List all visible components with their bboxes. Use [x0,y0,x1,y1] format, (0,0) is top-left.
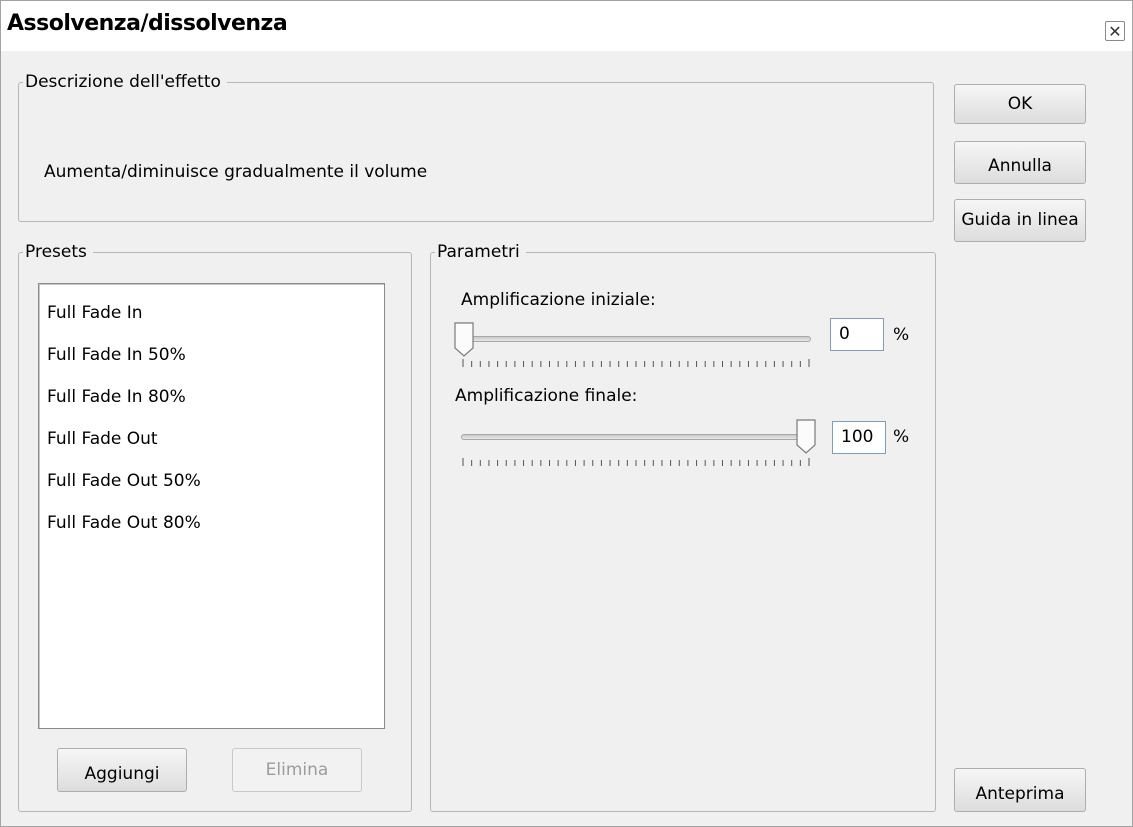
final-amplification-thumb[interactable] [796,419,816,455]
initial-amplification-label: Amplificazione iniziale: [461,290,656,310]
initial-amplification-unit: % [893,325,910,345]
effect-description-group: Descrizione dell'effetto Aumenta/diminui… [18,72,934,222]
presets-legend: Presets [25,242,87,262]
initial-amplification-ticks [462,359,810,367]
cancel-button[interactable]: Annulla [954,141,1086,184]
initial-amplification-input[interactable]: 0 [830,318,884,351]
ok-button[interactable]: OK [954,84,1086,124]
initial-amplification-thumb[interactable] [454,322,474,358]
presets-list[interactable]: Full Fade In Full Fade In 50% Full Fade In… [38,283,385,729]
dialog-title: Assolvenza/dissolvenza [7,11,288,36]
help-button[interactable]: Guida in linea [954,199,1086,242]
preview-button[interactable]: Anteprima [954,768,1086,812]
final-amplification-label: Amplificazione finale: [455,386,638,406]
final-amplification-ticks [462,458,810,466]
final-amplification-slider[interactable] [461,434,811,440]
effect-description-legend: Descrizione dell'effetto [25,72,221,92]
final-amplification-input[interactable]: 100 [832,421,886,454]
preset-item[interactable]: Full Fade Out 80% [47,502,384,544]
preset-item[interactable]: Full Fade Out 50% [47,460,384,502]
close-button[interactable]: ✕ [1105,21,1125,41]
preset-item[interactable]: Full Fade Out [47,418,384,460]
parameters-legend: Parametri [437,242,520,262]
initial-amplification-slider[interactable] [461,336,811,342]
preset-item[interactable]: Full Fade In [47,292,384,334]
title-bar: Assolvenza/dissolvenza ✕ [1,1,1132,51]
add-preset-button[interactable]: Aggiungi [57,748,187,792]
effect-description-text: Aumenta/diminuisce gradualmente il volum… [44,162,428,182]
preset-item[interactable]: Full Fade In 80% [47,376,384,418]
close-icon: ✕ [1108,22,1122,41]
preset-item[interactable]: Full Fade In 50% [47,334,384,376]
delete-preset-button: Elimina [232,748,362,792]
final-amplification-unit: % [893,427,910,447]
